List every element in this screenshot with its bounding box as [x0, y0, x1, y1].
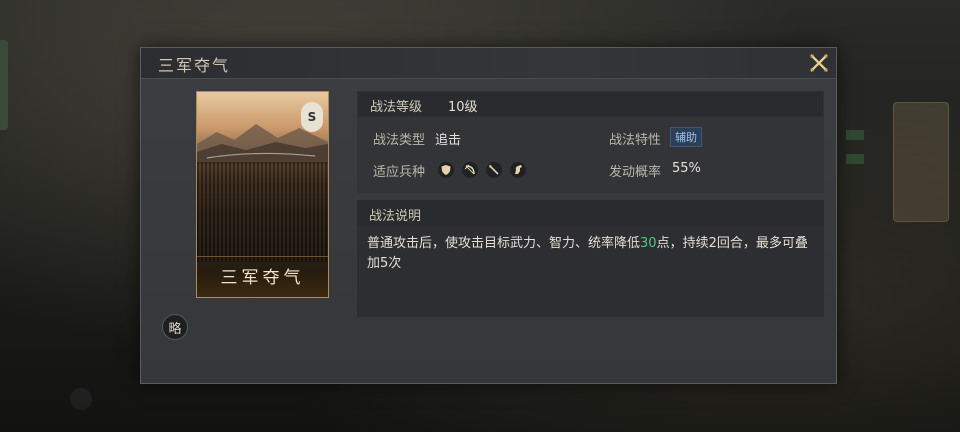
unit-type-icons [438, 162, 526, 178]
bow-icon [462, 162, 478, 178]
background-side-tab [0, 40, 8, 130]
background-indicator [846, 130, 864, 140]
background-button [70, 388, 92, 410]
chance-label: 发动概率 [609, 165, 662, 180]
level-label: 战法等级 [370, 100, 423, 115]
description-header: 战法说明 [357, 200, 824, 226]
type-value: 追击 [435, 133, 462, 148]
close-button[interactable] [806, 50, 832, 76]
shield-icon [438, 162, 454, 178]
card-name-plate: 三军夺气 [197, 256, 328, 297]
type-label: 战法类型 [373, 133, 426, 148]
dialog-title: 三军夺气 [158, 56, 231, 75]
card-name: 三军夺气 [220, 268, 305, 288]
description-header-label: 战法说明 [369, 209, 422, 224]
strategy-type-badge: 略 [162, 314, 188, 340]
trait-label: 战法特性 [609, 133, 662, 148]
army-scenery [197, 162, 328, 262]
level-header: 战法等级 10级 [357, 91, 824, 117]
description-text: 普通攻击后，使攻击目标武力、智力、统率降低30点，持续2回合，最多可叠加5次 [357, 226, 824, 317]
horse-icon [510, 162, 526, 178]
units-label: 适应兵种 [373, 165, 426, 180]
background-side-card [893, 102, 949, 222]
spear-icon [486, 162, 502, 178]
background-indicator [846, 154, 864, 164]
faction-emblem-icon: S [301, 102, 323, 132]
dialog-title-bar: 三军夺气 [141, 48, 836, 79]
trait-value-badge: 辅助 [670, 127, 702, 147]
level-value: 10级 [448, 100, 478, 115]
chance-value: 55% [672, 161, 701, 176]
description-highlight-value: 30 [640, 236, 657, 251]
close-x-icon [810, 54, 828, 72]
tactic-attributes: 战法类型 追击 战法特性 辅助 适应兵种 发动概率 55% [357, 117, 824, 193]
tactic-detail-dialog: 三军夺气 S 三军夺气 略 战法等级 10级 战法类型 追击 战法特性 辅助 适… [140, 47, 837, 384]
tactic-card-art: S 三军夺气 [196, 91, 329, 298]
description-text-before: 普通攻击后，使攻击目标武力、智力、统率降低 [367, 236, 641, 251]
